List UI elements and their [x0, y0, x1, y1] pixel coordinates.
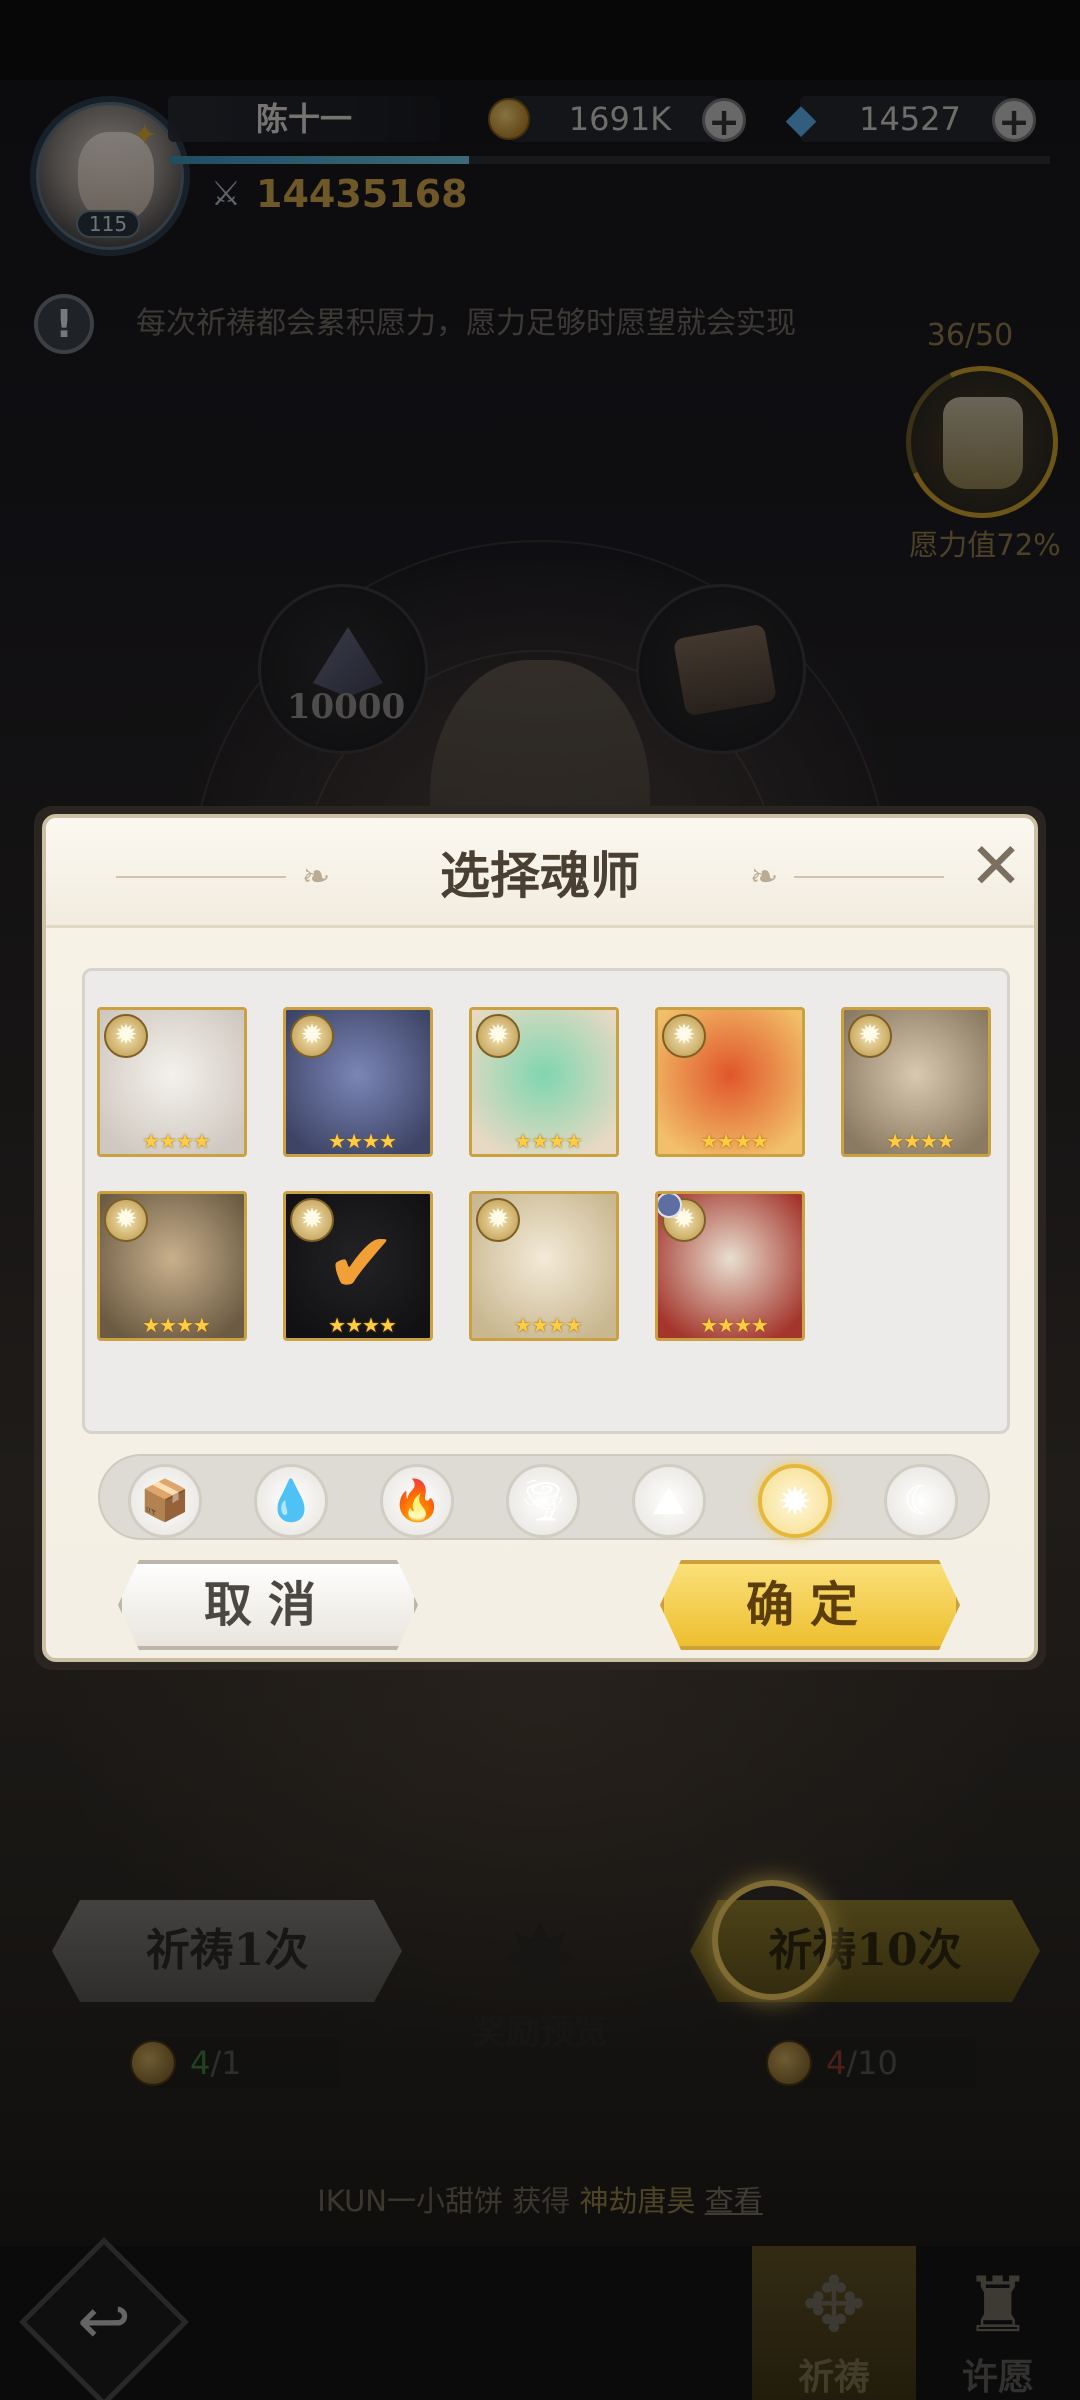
star-rating: ★★★★: [328, 1129, 397, 1153]
filter-all-icon[interactable]: 📦: [128, 1464, 202, 1538]
close-icon[interactable]: ✕: [966, 835, 1026, 899]
filter-wind-icon[interactable]: 🌪: [506, 1464, 580, 1538]
light-element-icon: ✹: [104, 1014, 148, 1058]
soul-master-card[interactable]: ✹ ★★★★ ✔: [283, 1191, 433, 1341]
element-filter-bar: 📦 💧 🔥 🌪 ⛰ ✹ ☾: [98, 1454, 990, 1540]
filter-light-icon[interactable]: ✹: [758, 1464, 832, 1538]
soul-master-card[interactable]: ✹ ★★★★: [841, 1007, 991, 1157]
status-badge: [658, 1194, 682, 1218]
star-rating: ★★★★: [886, 1129, 955, 1153]
soul-master-card[interactable]: ✹ ★★★★: [97, 1007, 247, 1157]
light-element-icon: ✹: [476, 1014, 520, 1058]
star-rating: ★★★★: [514, 1313, 583, 1337]
title-ornament-left-icon: ❧: [301, 857, 331, 897]
star-rating: ★★★★: [142, 1313, 211, 1337]
star-rating: ★★★★: [514, 1129, 583, 1153]
star-rating: ★★★★: [328, 1313, 397, 1337]
soul-master-card[interactable]: ✹ ★★★★: [655, 1191, 805, 1341]
soul-master-card[interactable]: ✹ ★★★★: [283, 1007, 433, 1157]
dialog-body: ❧ 选择魂师 ❧ ✕ ✹ ★★★★ ✹ ★★★★ ✹ ★★★★ ✹ ★★★★ ✹ ★★★★ ✹ ★★★…: [42, 814, 1038, 1662]
light-element-icon: ✹: [476, 1198, 520, 1242]
soul-master-grid: ✹ ★★★★ ✹ ★★★★ ✹ ★★★★ ✹ ★★★★ ✹ ★★★★ ✹ ★★★★ ✹ ★★★★ ✔ ✹ ★★★…: [82, 968, 1010, 1434]
cancel-label: 取消: [203, 1577, 332, 1633]
game-screen: ✦ 115 陈十一 1691K + 14527 ◆ + ⚔ 14435168 !…: [0, 0, 1080, 2400]
dialog-title: 选择魂师: [440, 846, 640, 905]
filter-water-icon[interactable]: 💧: [254, 1464, 328, 1538]
select-soul-master-dialog: ❧ 选择魂师 ❧ ✕ ✹ ★★★★ ✹ ★★★★ ✹ ★★★★ ✹ ★★★★ ✹ ★★★★ ✹ ★★★…: [34, 806, 1046, 1670]
soul-master-card[interactable]: ✹ ★★★★: [655, 1007, 805, 1157]
light-element-icon: ✹: [290, 1014, 334, 1058]
dialog-header: ❧ 选择魂师 ❧ ✕: [46, 818, 1034, 928]
soul-master-card[interactable]: ✹ ★★★★: [97, 1191, 247, 1341]
title-ornament-right-icon: ❧: [749, 857, 779, 897]
light-element-icon: ✹: [104, 1198, 148, 1242]
star-rating: ★★★★: [700, 1129, 769, 1153]
soul-master-card[interactable]: ✹ ★★★★: [469, 1191, 619, 1341]
filter-earth-icon[interactable]: ⛰: [632, 1464, 706, 1538]
light-element-icon: ✹: [662, 1014, 706, 1058]
filter-fire-icon[interactable]: 🔥: [380, 1464, 454, 1538]
star-rating: ★★★★: [700, 1313, 769, 1337]
soul-master-card[interactable]: ✹ ★★★★: [469, 1007, 619, 1157]
filter-dark-icon[interactable]: ☾: [884, 1464, 958, 1538]
light-element-icon: ✹: [848, 1014, 892, 1058]
title-divider-left: [116, 876, 286, 878]
confirm-label: 确定: [745, 1577, 874, 1633]
cancel-button[interactable]: 取消: [118, 1560, 418, 1650]
confirm-button[interactable]: 确定: [660, 1560, 960, 1650]
star-rating: ★★★★: [142, 1129, 211, 1153]
title-divider-right: [794, 876, 944, 878]
checkmark-icon: ✔: [325, 1214, 397, 1312]
